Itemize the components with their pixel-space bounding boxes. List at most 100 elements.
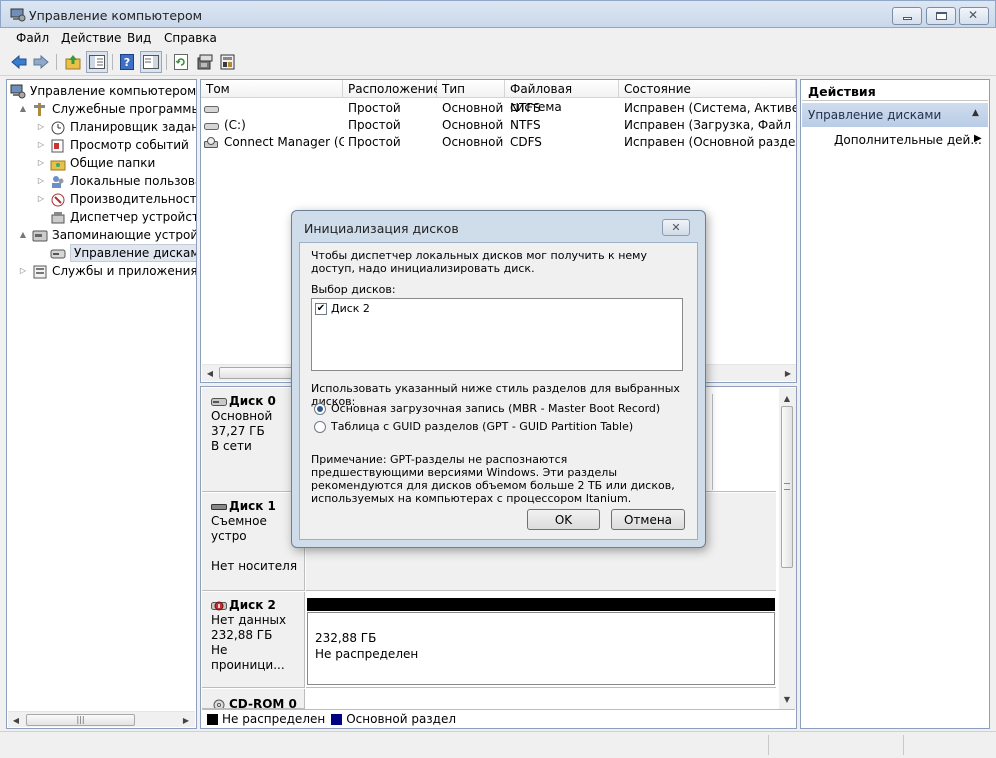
forward-button[interactable]	[30, 51, 52, 73]
mbr-option[interactable]: Основная загрузочная запись (MBR - Maste…	[314, 402, 660, 415]
scroll-up-icon[interactable]: ▲	[779, 390, 795, 406]
tree-item[interactable]: Диспетчер устройств	[36, 208, 196, 226]
legend-unallocated-label: Не распределен	[222, 712, 326, 726]
tree-item-label: Служебные программы	[52, 102, 196, 116]
help-button[interactable]: ?	[116, 51, 138, 73]
volume-rows: Простой Основной NTFS Исправен (Система, Ак…	[201, 100, 796, 151]
disk-settings-icon	[220, 54, 235, 70]
close-button[interactable]: ✕	[959, 7, 989, 25]
gpt-option[interactable]: Таблица с GUID разделов (GPT - GUID Part…	[314, 420, 633, 433]
disk-map-vertical-scrollbar[interactable]: ▲ ▼	[779, 388, 796, 709]
disk-2-partitions[interactable]: 232,88 ГБ Не распределен	[306, 592, 776, 688]
volume-row[interactable]: Connect Manager (G:) Простой Основной CDFS И…	[201, 134, 796, 151]
column-header-type[interactable]: Тип	[437, 80, 505, 98]
expand-toggle-icon[interactable]: ▲	[18, 100, 28, 118]
disk-name: Диск 0	[229, 394, 276, 408]
column-header-volume[interactable]: Том	[201, 80, 343, 98]
tree-horizontal-scrollbar[interactable]: ◀ ||| ▶	[8, 711, 195, 727]
tree-item[interactable]: ▷ Просмотр событий	[36, 136, 189, 154]
expand-toggle-icon[interactable]: ▷	[36, 136, 46, 154]
disk-type: Нет данных	[211, 613, 287, 627]
volume-row[interactable]: (C:) Простой Основной NTFS Исправен (Загрузк…	[201, 117, 796, 134]
up-level-button[interactable]	[62, 51, 84, 73]
unallocated-region[interactable]: 232,88 ГБ Не распределен	[307, 612, 775, 685]
status-divider	[768, 735, 769, 755]
status-divider	[903, 735, 904, 755]
disk-0-label[interactable]: Диск 0 Основной 37,27 ГБ В сети	[202, 388, 305, 492]
menu-view[interactable]: Вид	[121, 30, 157, 46]
disk-settings-button[interactable]	[217, 51, 239, 73]
back-arrow-icon	[11, 55, 27, 69]
tree-item[interactable]: ▷ Локальные пользовате	[36, 172, 196, 190]
gpt-option-label: Таблица с GUID разделов (GPT - GUID Part…	[331, 420, 634, 433]
tree-item-label: Планировщик заданий	[70, 120, 196, 134]
tree-item[interactable]: ▷ Службы и приложения	[18, 262, 196, 280]
column-header-layout[interactable]: Расположение	[343, 80, 441, 98]
disk-management-icon	[50, 249, 66, 258]
scroll-right-icon[interactable]: ▶	[178, 712, 194, 728]
device-manager-icon	[51, 211, 65, 223]
column-header-status[interactable]: Состояние	[619, 80, 796, 98]
scroll-thumb[interactable]	[781, 406, 793, 568]
mbr-radio[interactable]	[314, 402, 326, 415]
disk-2-list-item[interactable]: ✔ Диск 2	[315, 302, 370, 315]
volume-cell-status: Исправен (Система, Активен, О	[624, 101, 796, 115]
tree-item[interactable]: Управление дисками	[36, 244, 196, 262]
back-button[interactable]	[8, 51, 30, 73]
disk-name: CD-ROM 0	[229, 697, 297, 709]
performance-icon	[51, 193, 65, 206]
menu-action[interactable]: Действие	[55, 30, 127, 46]
cdrom-0-label[interactable]: CD-ROM 0	[202, 689, 305, 709]
tree-view: Управление компьютером (л ▲ Служебные про…	[10, 82, 196, 710]
tree-item[interactable]: ▷ Общие папки	[36, 154, 155, 172]
tree-item-label: Общие папки	[70, 156, 156, 170]
actions-header: Действия	[802, 81, 988, 101]
scroll-right-icon[interactable]: ▶	[780, 365, 796, 381]
expand-toggle-icon[interactable]: ▷	[36, 190, 46, 208]
tree-item[interactable]: ▲ Запоминающие устройст	[18, 226, 196, 244]
more-actions-item[interactable]: Дополнительные дей... ▶	[802, 130, 988, 150]
collapse-icon[interactable]: ▲	[972, 108, 979, 118]
show-hide-tree-button[interactable]	[86, 51, 108, 73]
initialize-disk-dialog: Инициализация дисков ✕ Чтобы диспетчер л…	[291, 210, 706, 548]
expand-toggle-icon[interactable]: ▷	[36, 154, 46, 172]
disk-2-checkbox[interactable]: ✔	[315, 302, 327, 315]
tree-item[interactable]: ▷ Производительность	[36, 190, 196, 208]
expand-toggle-icon[interactable]: ▷	[18, 262, 28, 280]
scroll-left-icon[interactable]: ◀	[8, 712, 24, 728]
actions-section-disk-management[interactable]: Управление дисками ▲	[802, 103, 988, 127]
restore-button[interactable]	[926, 7, 956, 25]
scroll-left-icon[interactable]: ◀	[202, 365, 218, 381]
tree-item[interactable]: ▲ Служебные программы	[18, 100, 196, 118]
toolbar-separator	[56, 54, 57, 70]
cancel-button[interactable]: Отмена	[611, 509, 685, 530]
unallocated-bar	[307, 598, 775, 611]
menu-help[interactable]: Справка	[158, 30, 223, 46]
gpt-radio[interactable]	[314, 420, 326, 433]
expand-toggle-icon[interactable]: ▷	[36, 172, 46, 190]
tree-root[interactable]: Управление компьютером (л	[10, 82, 196, 100]
properties-button[interactable]	[194, 51, 216, 73]
tree-item[interactable]: ▷ Планировщик заданий	[36, 118, 196, 136]
expand-toggle-icon[interactable]: ▲	[18, 226, 28, 244]
disk-1-label[interactable]: Диск 1 Съемное устро Нет носителя	[202, 493, 305, 591]
tools-icon	[34, 102, 45, 116]
close-icon: ✕	[671, 221, 681, 234]
volume-row[interactable]: Простой Основной NTFS Исправен (Система, Ак…	[201, 100, 796, 117]
disk-selection-list[interactable]: ✔ Диск 2	[311, 298, 683, 371]
show-action-pane-button[interactable]	[140, 51, 162, 73]
select-disks-label: Выбор дисков:	[311, 283, 396, 296]
disk-name: Диск 2	[229, 598, 276, 612]
scroll-down-icon[interactable]: ▼	[779, 691, 795, 707]
tree-item-label: Производительность	[70, 192, 196, 206]
ok-button[interactable]: OK	[527, 509, 600, 530]
minimize-button[interactable]	[892, 7, 922, 25]
scroll-thumb[interactable]: |||	[26, 714, 135, 726]
disk-2-label[interactable]: Диск 2 Нет данных 232,88 ГБ Не проиници.…	[202, 592, 305, 688]
uninitialized-disk-icon	[211, 601, 227, 610]
dialog-close-button[interactable]: ✕	[662, 219, 690, 236]
expand-toggle-icon[interactable]: ▷	[36, 118, 46, 136]
menu-file[interactable]: Файл	[10, 30, 55, 46]
refresh-button[interactable]	[170, 51, 192, 73]
column-header-filesystem[interactable]: Файловая система	[505, 80, 619, 114]
